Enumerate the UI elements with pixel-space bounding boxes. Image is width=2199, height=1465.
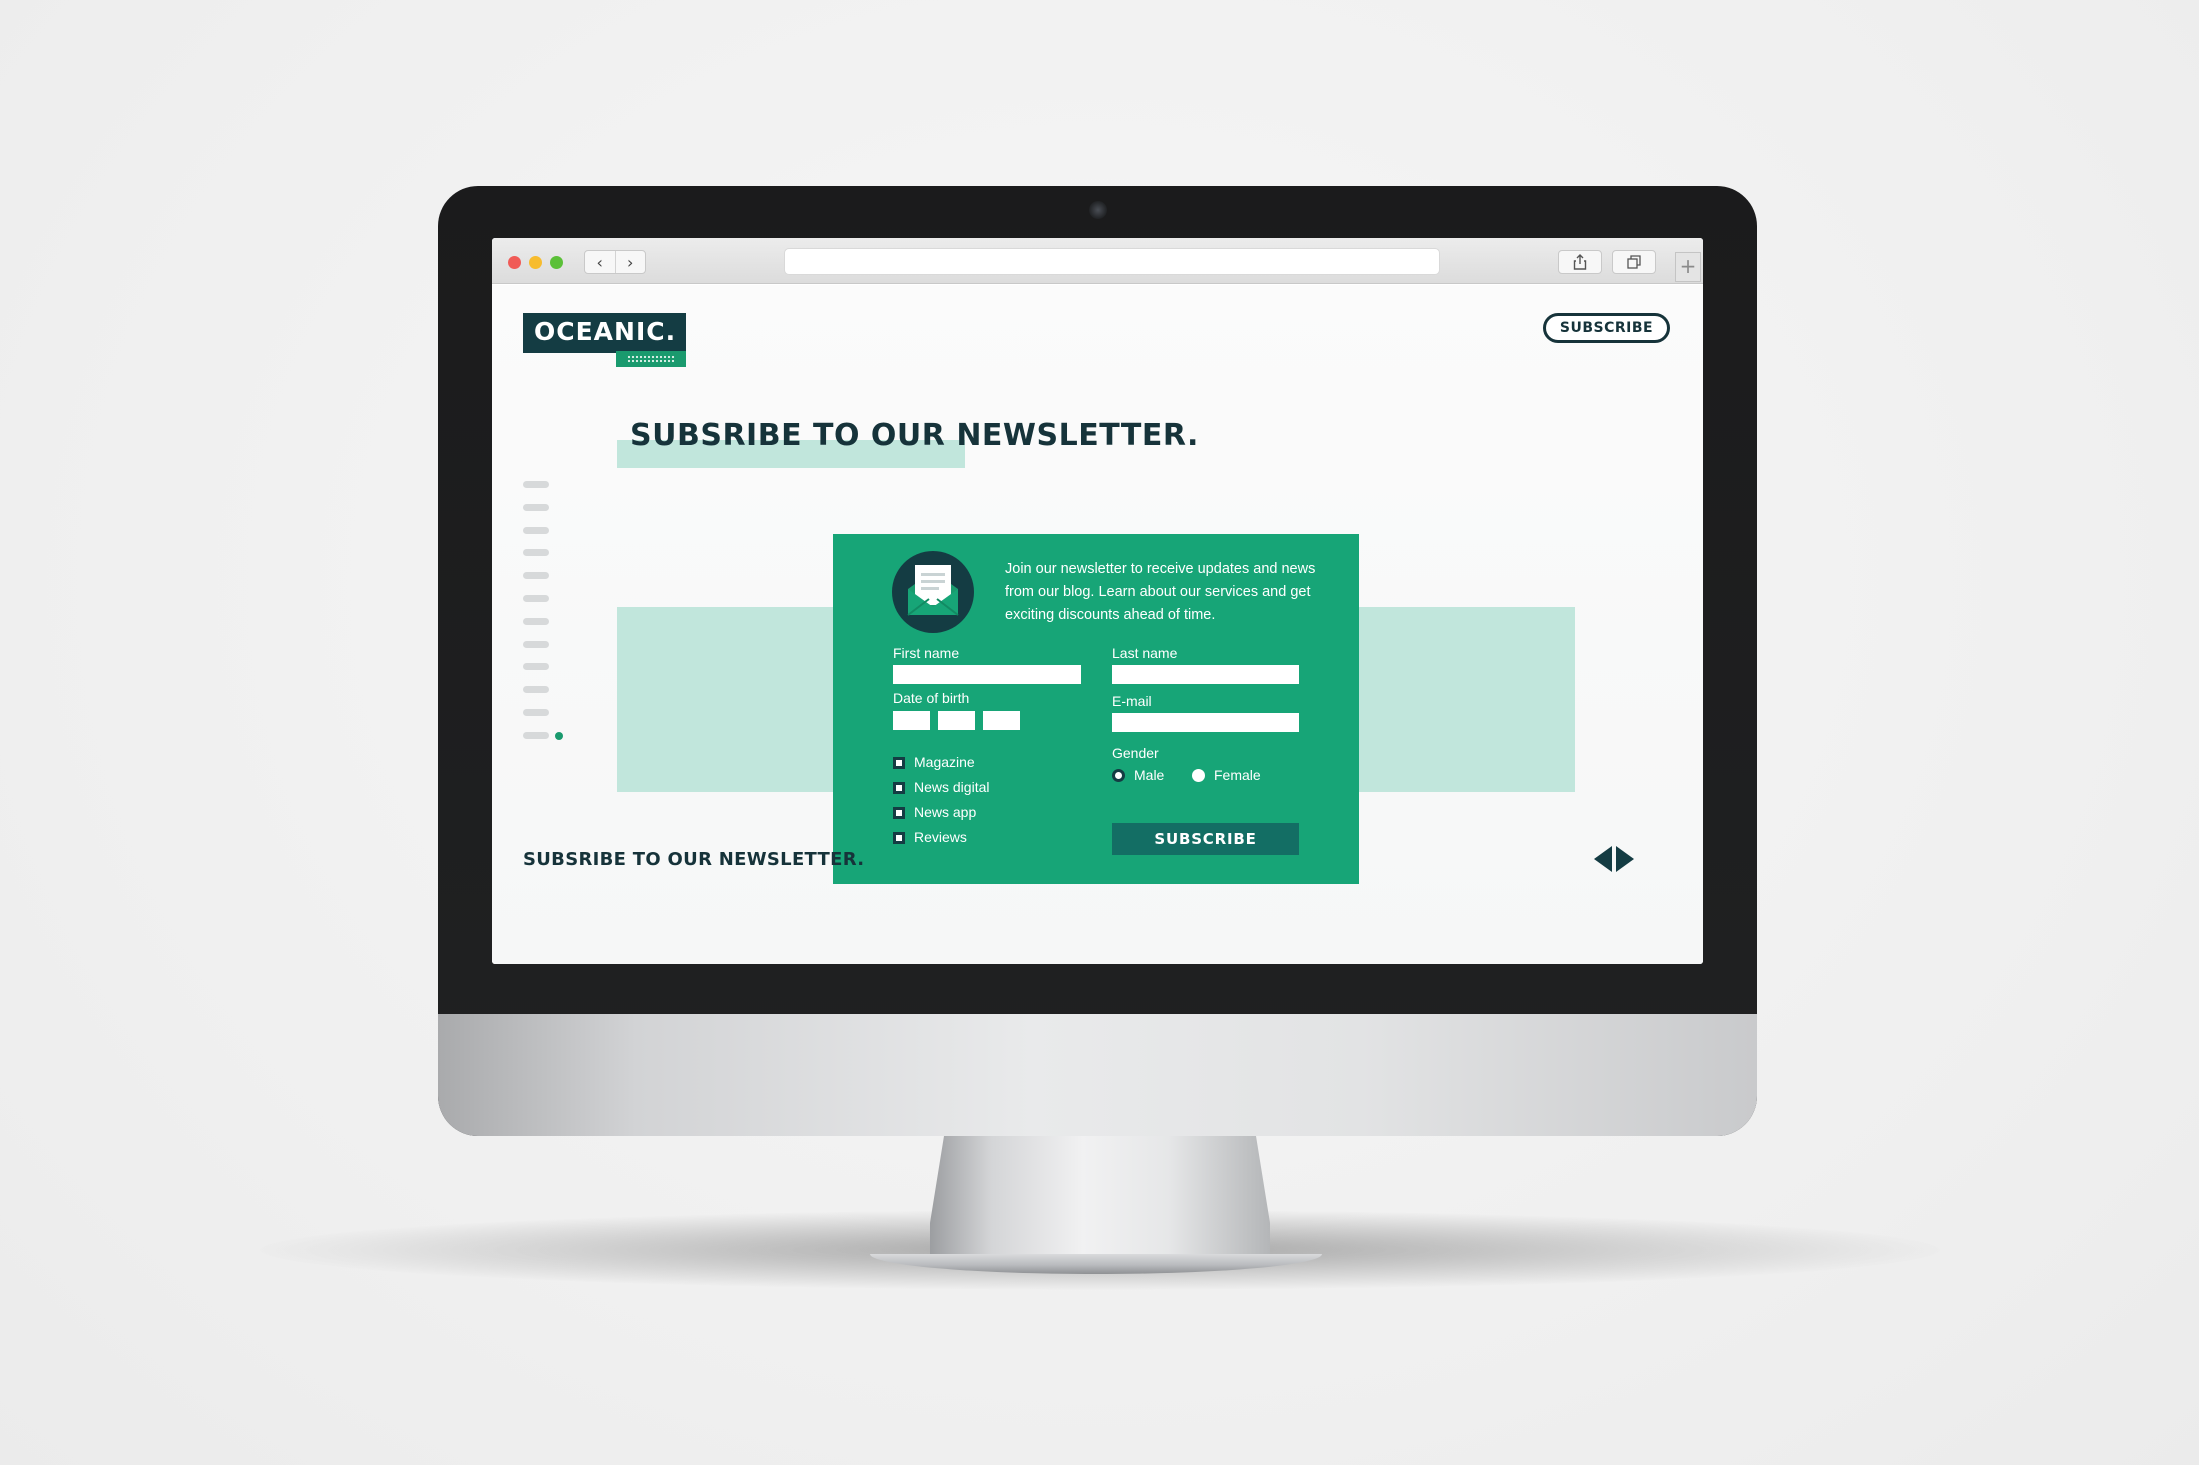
logo-accent [616, 351, 686, 367]
tabs-overview-button[interactable] [1612, 250, 1656, 274]
side-nav-item[interactable] [523, 686, 549, 694]
magazine-checkbox[interactable] [893, 757, 905, 769]
screen: ‹ › + OCEANIC. SUBSCRIBE SUBSRIBE TO OUR… [492, 238, 1703, 964]
newsletter-form-card: Join our newsletter to receive updates a… [833, 534, 1359, 884]
envelope-icon [907, 565, 959, 616]
side-nav-item[interactable] [523, 640, 549, 648]
next-slide-arrow-icon[interactable] [1616, 846, 1634, 872]
back-button[interactable]: ‹ [585, 251, 615, 273]
side-nav-item[interactable] [523, 549, 549, 557]
site-logo[interactable]: OCEANIC. [523, 313, 686, 353]
side-nav-item[interactable] [523, 572, 549, 580]
news-digital-label: News digital [914, 779, 990, 795]
tabs-icon [1627, 255, 1641, 269]
monitor-chin [438, 1014, 1757, 1136]
date-of-birth-label: Date of birth [893, 690, 970, 706]
history-nav: ‹ › [584, 250, 646, 274]
chevron-right-icon: › [627, 252, 634, 272]
email-field[interactable] [1112, 713, 1299, 732]
address-bar[interactable] [784, 248, 1440, 275]
header-subscribe-button[interactable]: SUBSCRIBE [1543, 313, 1670, 343]
side-nav-item[interactable] [523, 595, 549, 602]
forward-button[interactable]: › [614, 251, 646, 273]
last-name-label: Last name [1112, 645, 1178, 661]
newsletter-intro-text: Join our newsletter to receive updates a… [1005, 561, 1316, 623]
dob-day-field[interactable] [893, 711, 930, 730]
side-nav-item[interactable] [523, 731, 549, 739]
side-nav-item[interactable] [523, 503, 549, 511]
side-nav-item[interactable] [523, 481, 549, 488]
gender-female-label: Female [1214, 767, 1261, 783]
news-digital-checkbox[interactable] [893, 782, 905, 794]
email-label: E-mail [1112, 693, 1152, 709]
close-window-icon[interactable] [508, 256, 521, 269]
photo-background: ‹ › + OCEANIC. SUBSCRIBE SUBSRIBE TO OUR… [0, 0, 2199, 1465]
footer-title: SUBSRIBE TO OUR NEWSLETTER. [523, 849, 865, 870]
dob-month-field[interactable] [938, 711, 975, 730]
plus-icon: + [1679, 254, 1697, 278]
gender-male-radio[interactable] [1112, 769, 1125, 782]
last-name-field[interactable] [1112, 665, 1299, 684]
reviews-label: Reviews [914, 829, 967, 845]
dob-year-field[interactable] [983, 711, 1020, 730]
logo-text: OCEANIC. [534, 317, 677, 346]
page-title: SUBSRIBE TO OUR NEWSLETTER. [630, 418, 1199, 453]
new-tab-button[interactable]: + [1675, 252, 1701, 282]
minimize-window-icon[interactable] [529, 256, 542, 269]
first-name-field[interactable] [893, 665, 1081, 684]
previous-slide-arrow-icon[interactable] [1594, 846, 1612, 872]
reviews-checkbox[interactable] [893, 832, 905, 844]
browser-toolbar: ‹ › + [492, 238, 1703, 284]
magazine-label: Magazine [914, 754, 975, 770]
camera-icon [1089, 201, 1107, 219]
envelope-badge [892, 551, 974, 633]
side-nav-item[interactable] [523, 709, 549, 716]
side-nav-item[interactable] [523, 617, 549, 625]
share-button[interactable] [1558, 250, 1602, 274]
monitor-stand [930, 1136, 1270, 1254]
gender-female-radio[interactable] [1192, 769, 1205, 782]
news-app-checkbox[interactable] [893, 807, 905, 819]
active-indicator-dot [555, 731, 563, 740]
maximize-window-icon[interactable] [550, 256, 563, 269]
side-nav-item[interactable] [523, 663, 549, 671]
monitor: ‹ › + OCEANIC. SUBSCRIBE SUBSRIBE TO OUR… [438, 186, 1757, 1136]
first-name-label: First name [893, 645, 960, 661]
website-page: OCEANIC. SUBSCRIBE SUBSRIBE TO OUR NEWSL… [492, 285, 1703, 964]
form-subscribe-button[interactable]: SUBSCRIBE [1112, 823, 1299, 855]
side-nav-item[interactable] [523, 526, 549, 534]
news-app-label: News app [914, 804, 977, 820]
gender-label: Gender [1112, 745, 1159, 761]
share-icon [1573, 254, 1587, 270]
logo-dots-decoration [627, 355, 675, 363]
chevron-left-icon: ‹ [596, 252, 603, 272]
gender-male-label: Male [1134, 767, 1165, 783]
